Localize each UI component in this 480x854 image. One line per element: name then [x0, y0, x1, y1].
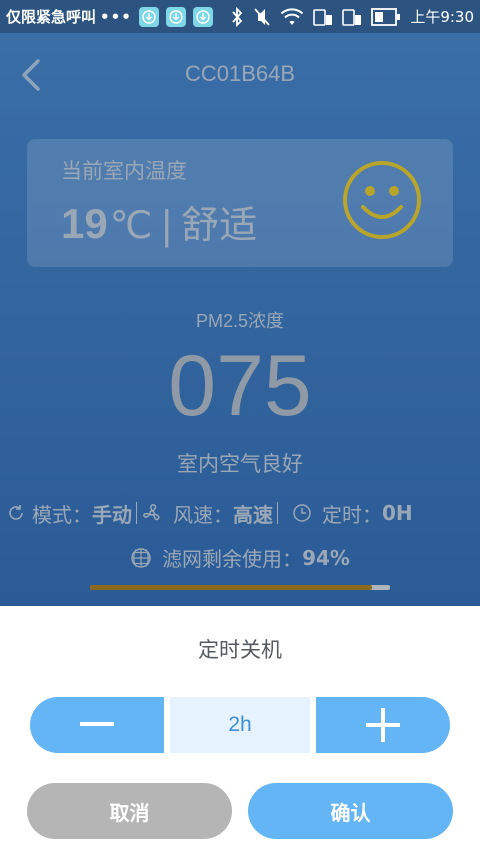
filter-progress-bar: [90, 585, 390, 590]
air-purifier-screen: CC01B64B 当前室内温度 19 ℃ | 舒适 PM2.5浓度 075 室内…: [0, 33, 480, 606]
filter-icon: [131, 547, 151, 568]
divider: [277, 502, 278, 524]
timer-label: 定时：: [322, 502, 382, 527]
temperature-unit: ℃: [109, 203, 153, 247]
carrier-text: 仅限紧急呼叫: [6, 8, 97, 26]
device-status-row: 模式： 手动 风速： 高速 定时： 0H: [0, 498, 480, 528]
mode-value: 手动: [92, 502, 132, 527]
cancel-button[interactable]: 取消: [27, 783, 232, 839]
speed-status: 风速： 高速: [141, 499, 273, 528]
timer-dialog: 定时关机 2h 取消 确认: [0, 606, 480, 854]
sim-card-icon: [342, 8, 362, 26]
notification-overflow: •••: [100, 7, 132, 26]
download-icon: [192, 6, 213, 27]
filter-value: 94%: [302, 545, 350, 570]
divider: [136, 502, 137, 524]
temperature-card: 当前室内温度 19 ℃ | 舒适: [27, 139, 453, 267]
filter-label: 滤网剩余使用：: [162, 547, 303, 571]
download-icon: [138, 6, 159, 27]
filter-progress-fill: [90, 585, 372, 590]
battery-icon: [371, 7, 401, 26]
bluetooth-icon: [232, 6, 243, 27]
status-bar: 仅限紧急呼叫 ••• 上午9:30: [0, 0, 480, 33]
temperature-label: 当前室内温度: [61, 159, 187, 183]
sim-card-icon: [313, 8, 333, 26]
temperature-number: 19: [61, 200, 108, 247]
fan-icon: [143, 504, 160, 521]
device-title: CC01B64B: [184, 61, 296, 86]
speed-value: 高速: [233, 502, 273, 527]
pm25-value: 075: [168, 338, 312, 434]
filter-status: 滤网剩余使用： 94%: [0, 543, 480, 572]
clock-icon: [293, 504, 311, 522]
clock: 上午9:30: [410, 8, 474, 26]
dialog-title: 定时关机: [198, 638, 282, 662]
increase-button[interactable]: [316, 697, 450, 753]
confirm-button[interactable]: 确认: [248, 783, 453, 839]
temperature-separator: |: [160, 203, 174, 247]
air-quality-text: 室内空气良好: [177, 452, 303, 476]
timer-value-display: 2h: [170, 697, 310, 753]
mode-status: 模式： 手动: [6, 499, 132, 528]
mode-cycle-icon: [9, 505, 23, 520]
wifi-icon: [281, 7, 304, 25]
timer-stepper: 2h: [30, 697, 450, 753]
speed-label: 风速：: [173, 502, 233, 527]
pm25-label: PM2.5浓度: [195, 311, 285, 331]
temperature-value: 19 ℃ | 舒适: [61, 194, 257, 249]
vibrate-off-icon: [254, 7, 270, 26]
plus-icon: [366, 708, 400, 742]
mode-label: 模式：: [32, 502, 92, 527]
timer-status: 定时： 0H: [292, 499, 413, 528]
minus-icon: [80, 722, 114, 726]
download-icon: [165, 6, 186, 27]
timer-value: 0H: [382, 501, 413, 525]
comfort-level: 舒适: [181, 203, 258, 247]
smile-face-icon: [343, 161, 421, 239]
decrease-button[interactable]: [30, 697, 164, 753]
